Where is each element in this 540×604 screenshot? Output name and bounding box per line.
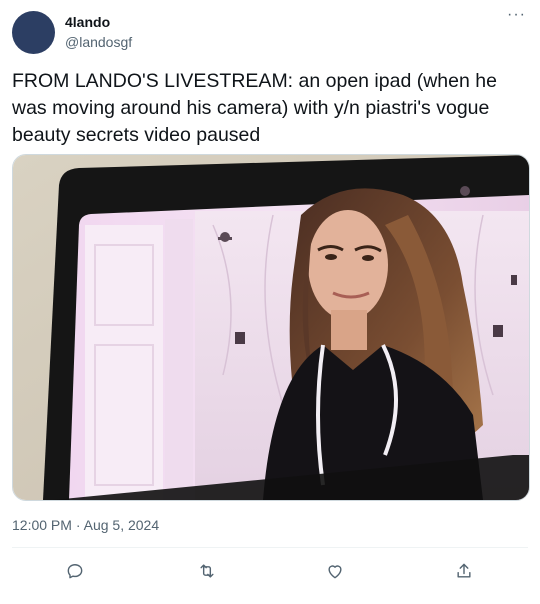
tweet-photo[interactable] bbox=[12, 154, 530, 501]
timestamp[interactable]: 12:00 PM · Aug 5, 2024 bbox=[12, 517, 159, 533]
display-name[interactable]: 4lando bbox=[65, 14, 110, 30]
reply-icon bbox=[67, 564, 83, 579]
photo-icon bbox=[13, 155, 529, 500]
tweet-text: FROM LANDO'S LIVESTREAM: an open ipad (w… bbox=[12, 70, 497, 146]
share-icon bbox=[457, 563, 471, 578]
divider bbox=[12, 547, 528, 548]
retweet-button[interactable] bbox=[192, 556, 222, 586]
tweet-time[interactable]: 12:00 PM bbox=[12, 517, 72, 533]
action-bar bbox=[0, 556, 540, 586]
heart-icon bbox=[328, 565, 342, 579]
retweet-icon bbox=[200, 564, 214, 578]
avatar[interactable] bbox=[12, 11, 55, 54]
tweet-date[interactable]: Aug 5, 2024 bbox=[84, 517, 160, 533]
timestamp-separator: · bbox=[71, 517, 84, 533]
handle[interactable]: @landosgf bbox=[65, 34, 132, 50]
share-button[interactable] bbox=[449, 556, 479, 586]
reply-button[interactable] bbox=[60, 556, 90, 586]
more-options-icon[interactable]: ··· bbox=[507, 6, 526, 24]
like-button[interactable] bbox=[320, 556, 350, 586]
